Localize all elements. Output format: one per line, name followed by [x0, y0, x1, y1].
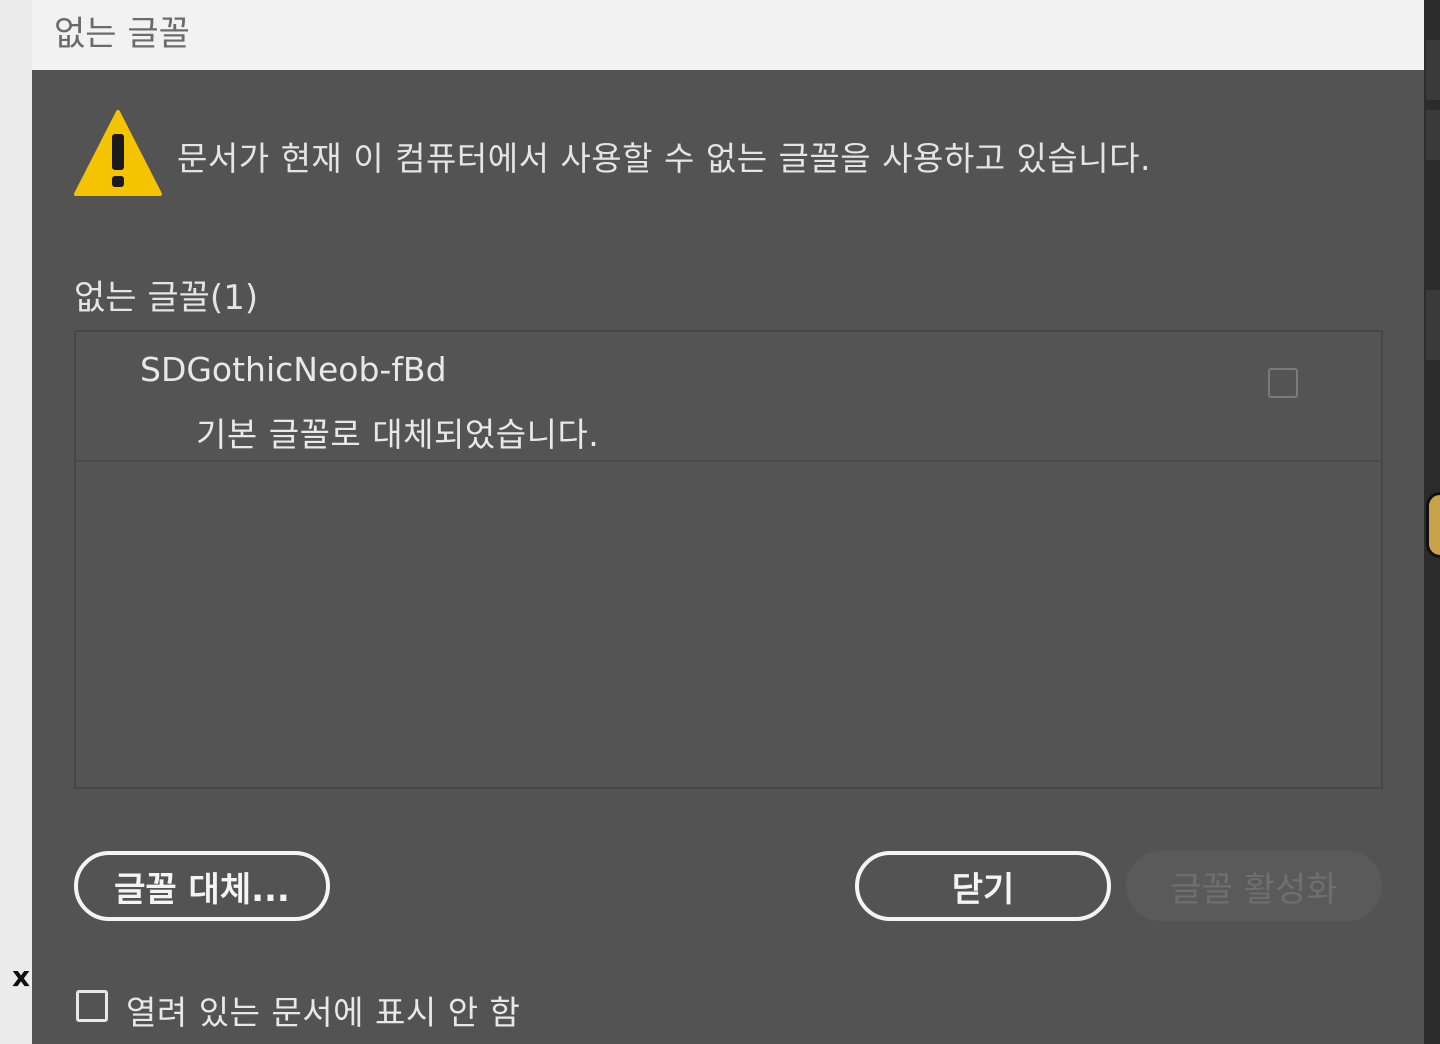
background-window-left — [0, 0, 32, 1044]
missing-fonts-label: 없는 글꼴(1) — [74, 278, 259, 318]
background-panel-strip — [1426, 40, 1440, 100]
dialog-title: 없는 글꼴 — [54, 14, 190, 54]
missing-fonts-dialog: 없는 글꼴 문서가 현재 이 컴퓨터에서 사용할 수 없는 글꼴을 사용하고 있… — [32, 0, 1424, 1044]
background-panel-strip — [1426, 110, 1440, 160]
warning-triangle-icon — [74, 110, 162, 196]
dialog-titlebar[interactable]: 없는 글꼴 — [32, 0, 1424, 70]
font-row-checkbox[interactable] — [1268, 368, 1298, 398]
background-panel-strip — [1426, 290, 1440, 360]
missing-fonts-list[interactable]: SDGothicNeob-fBd 기본 글꼴로 대체되었습니다. — [74, 330, 1383, 789]
replace-font-button[interactable]: 글꼴 대체... — [74, 851, 330, 921]
dont-show-label[interactable]: 열려 있는 문서에 표시 안 함 — [126, 986, 520, 1034]
font-list-item[interactable]: SDGothicNeob-fBd 기본 글꼴로 대체되었습니다. — [76, 332, 1381, 462]
background-close-glyph: x — [12, 960, 31, 993]
activate-fonts-button: 글꼴 활성화 — [1126, 851, 1382, 921]
font-status: 기본 글꼴로 대체되었습니다. — [196, 415, 600, 454]
warning-message: 문서가 현재 이 컴퓨터에서 사용할 수 없는 글꼴을 사용하고 있습니다. — [177, 139, 1151, 178]
font-name: SDGothicNeob-fBd — [140, 350, 447, 389]
background-knob — [1426, 492, 1440, 558]
close-button[interactable]: 닫기 — [855, 851, 1111, 921]
background-window-right — [1424, 0, 1440, 1044]
dont-show-checkbox[interactable] — [76, 990, 108, 1022]
